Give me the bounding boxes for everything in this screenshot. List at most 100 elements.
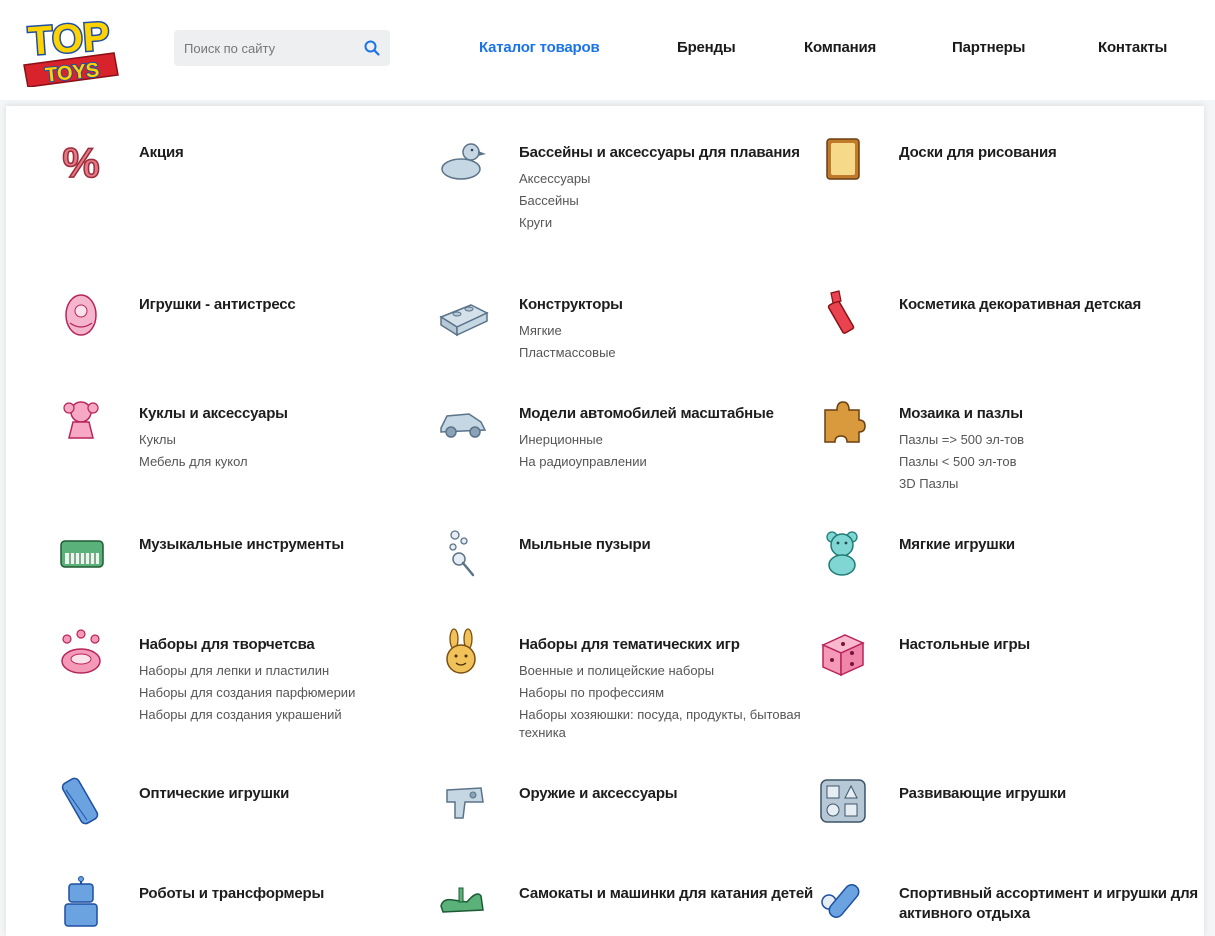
subcategory-link[interactable]: Мягкие — [519, 323, 562, 338]
subcategory-item[interactable]: Бассейны — [519, 192, 849, 210]
kaleidoscope-icon[interactable] — [57, 776, 109, 828]
subcategory-item[interactable]: 3D Пазлы — [899, 475, 1215, 493]
category-item: Модели автомобилей масштабные Инерционны… — [440, 404, 849, 475]
nav-partners[interactable]: Партнеры — [952, 39, 1025, 56]
subcategory-list: Инерционные На радиоуправлении — [519, 431, 849, 471]
subcategory-link[interactable]: Мебель для кукол — [139, 454, 248, 469]
category-title[interactable]: Музыкальные инструменты — [139, 535, 469, 555]
category-title[interactable]: Оптические игрушки — [139, 784, 469, 804]
category-item: Роботы и трансформеры — [64, 876, 469, 927]
toy-car-icon[interactable] — [437, 396, 489, 448]
search-input[interactable] — [174, 30, 354, 66]
soap-bubbles-icon[interactable] — [437, 527, 489, 579]
subcategory-item[interactable]: Инерционные — [519, 431, 849, 449]
subcategory-link[interactable]: Инерционные — [519, 432, 603, 447]
subcategory-link[interactable]: Наборы хозяюшки: посуда, продукты, бытов… — [519, 707, 801, 740]
subcategory-item[interactable]: Военные и полицейские наборы — [519, 662, 849, 680]
subcategory-item[interactable]: Аксессуары — [519, 170, 849, 188]
subcategory-link[interactable]: Военные и полицейские наборы — [519, 663, 714, 678]
category-item: Игрушки - антистресс — [65, 294, 469, 336]
subcategory-item[interactable]: На радиоуправлении — [519, 453, 849, 471]
subcategory-item[interactable]: Пазлы => 500 эл-тов — [899, 431, 1215, 449]
category-title[interactable]: Наборы для творчетсва — [139, 635, 469, 655]
subcategory-item[interactable]: Наборы хозяюшки: посуда, продукты, бытов… — [519, 706, 849, 742]
category-title[interactable]: Роботы и трансформеры — [139, 884, 469, 904]
subcategory-link[interactable]: Пластмассовые — [519, 345, 616, 360]
subcategory-item[interactable]: Наборы для лепки и пластилин — [139, 662, 469, 680]
category-title[interactable]: Куклы и аксессуары — [139, 404, 469, 424]
subcategory-link[interactable]: Аксессуары — [519, 171, 590, 186]
subcategory-list: Мягкие Пластмассовые — [519, 322, 849, 362]
subcategory-link[interactable]: Пазлы < 500 эл-тов — [899, 454, 1017, 469]
subcategory-item[interactable]: Пазлы < 500 эл-тов — [899, 453, 1215, 471]
category-title[interactable]: Мягкие игрушки — [899, 535, 1215, 555]
subcategory-item[interactable]: Пластмассовые — [519, 344, 849, 362]
category-title[interactable]: Наборы для тематических игр — [519, 635, 849, 655]
category-item: Мыльные пузыри — [449, 530, 849, 577]
subcategory-list: Наборы для лепки и пластилин Наборы для … — [139, 662, 469, 724]
building-brick-icon[interactable] — [437, 287, 489, 339]
category-item: Самокаты и машинки для катания детей — [440, 884, 849, 913]
nav-catalog[interactable]: Каталог товаров — [479, 39, 600, 56]
puzzle-piece-icon[interactable] — [817, 396, 869, 448]
duck-icon[interactable] — [437, 135, 489, 187]
bunny-icon[interactable] — [437, 627, 489, 679]
subcategory-link[interactable]: Наборы по профессиям — [519, 685, 664, 700]
subcategory-link[interactable]: Пазлы => 500 эл-тов — [899, 432, 1024, 447]
nav-contacts[interactable]: Контакты — [1098, 39, 1167, 56]
antistress-egg-icon[interactable] — [57, 287, 109, 339]
sports-icon[interactable] — [817, 876, 869, 928]
subcategory-item[interactable]: Наборы по профессиям — [519, 684, 849, 702]
subcategory-item[interactable]: Мягкие — [519, 322, 849, 340]
subcategory-link[interactable]: На радиоуправлении — [519, 454, 647, 469]
category-title[interactable]: Косметика декоративная детская — [899, 295, 1215, 315]
subcategory-item[interactable]: Наборы для создания украшений — [139, 706, 469, 724]
category-item: Наборы для творчетсва Наборы для лепки и… — [61, 629, 469, 728]
category-title[interactable]: Доски для рисования — [899, 143, 1215, 163]
category-title[interactable]: Мыльные пузыри — [519, 535, 849, 555]
nav-brands[interactable]: Бренды — [677, 39, 736, 56]
category-item: Наборы для тематических игр Военные и по… — [446, 628, 849, 746]
category-title[interactable]: Развивающие игрушки — [899, 784, 1215, 804]
category-title[interactable]: Модели автомобилей масштабные — [519, 404, 849, 424]
subcategory-link[interactable]: Круги — [519, 215, 552, 230]
category-title[interactable]: Мозаика и пазлы — [899, 404, 1215, 424]
lipstick-icon[interactable] — [817, 287, 869, 339]
subcategory-link[interactable]: Наборы для создания украшений — [139, 707, 342, 722]
subcategory-item[interactable]: Куклы — [139, 431, 469, 449]
ride-on-icon[interactable] — [437, 876, 489, 928]
subcategory-link[interactable]: Куклы — [139, 432, 176, 447]
logo-line1: TOP — [27, 14, 111, 64]
subcategory-link[interactable]: 3D Пазлы — [899, 476, 958, 491]
robot-icon[interactable] — [57, 876, 109, 928]
site-header: TOP TOYS Каталог товаров Бренды Компания… — [0, 0, 1215, 100]
doll-icon[interactable] — [57, 396, 109, 448]
search-button[interactable] — [362, 38, 382, 58]
craft-set-icon[interactable] — [57, 627, 109, 679]
toy-gun-icon[interactable] — [437, 776, 489, 828]
category-title[interactable]: Конструкторы — [519, 295, 849, 315]
category-title[interactable]: Акция — [139, 143, 469, 163]
teddy-bear-icon[interactable] — [817, 527, 869, 579]
category-title[interactable]: Самокаты и машинки для катания детей — [519, 884, 849, 904]
category-title[interactable]: Настольные игры — [899, 635, 1215, 655]
category-item: Музыкальные инструменты — [60, 535, 469, 568]
dice-icon[interactable] — [817, 627, 869, 679]
category-title[interactable]: Оружие и аксессуары — [519, 784, 849, 804]
subcategory-item[interactable]: Наборы для создания парфюмерии — [139, 684, 469, 702]
shape-sorter-icon[interactable] — [817, 776, 869, 828]
subcategory-item[interactable]: Мебель для кукол — [139, 453, 469, 471]
percent-icon[interactable]: % — [57, 135, 109, 187]
keyboard-icon[interactable] — [57, 527, 109, 579]
svg-text:%: % — [62, 139, 99, 186]
nav-company[interactable]: Компания — [804, 39, 876, 56]
subcategory-item[interactable]: Круги — [519, 214, 849, 232]
drawing-board-icon[interactable] — [817, 135, 869, 187]
category-title[interactable]: Спортивный ассортимент и игрушки для акт… — [899, 884, 1215, 924]
subcategory-link[interactable]: Наборы для лепки и пластилин — [139, 663, 329, 678]
subcategory-link[interactable]: Бассейны — [519, 193, 579, 208]
category-title[interactable]: Игрушки - антистресс — [139, 295, 469, 315]
logo[interactable]: TOP TOYS — [18, 9, 120, 88]
category-title[interactable]: Бассейны и аксессуары для плавания — [519, 143, 849, 163]
subcategory-link[interactable]: Наборы для создания парфюмерии — [139, 685, 355, 700]
